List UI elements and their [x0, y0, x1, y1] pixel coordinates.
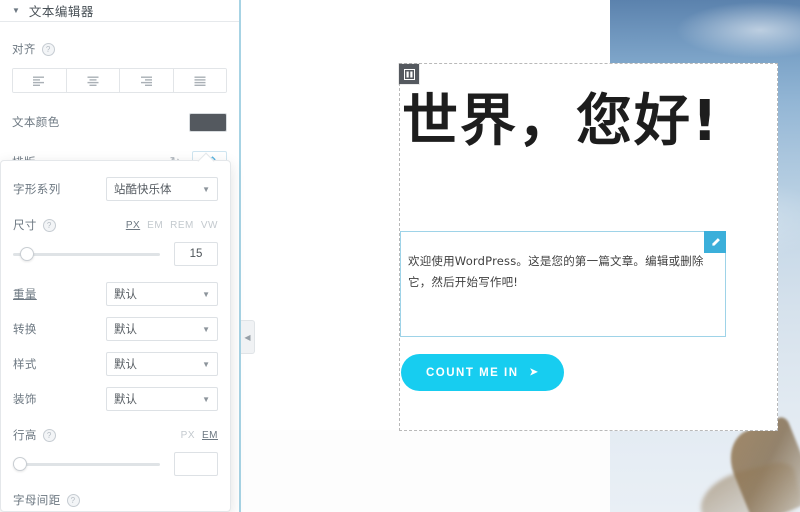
chevron-down-icon: ▼	[202, 394, 210, 404]
font-style-select[interactable]: 默认 ▼	[106, 352, 218, 376]
help-icon[interactable]: ?	[42, 428, 56, 442]
alignment-button-group	[12, 68, 227, 93]
font-size-control: 尺寸 ? PX EM REM VW	[13, 217, 218, 233]
font-size-slider-row	[13, 242, 218, 266]
font-weight-label: 重量	[13, 289, 37, 301]
help-icon[interactable]: ?	[66, 493, 80, 507]
font-weight-select[interactable]: 默认 ▼	[106, 282, 218, 306]
text-transform-value: 默认	[114, 324, 137, 336]
line-height-slider[interactable]	[13, 457, 160, 471]
chevron-down-icon: ▼	[202, 324, 210, 334]
text-color-label: 文本颜色	[12, 117, 60, 129]
font-size-input[interactable]	[174, 242, 218, 266]
text-transform-select[interactable]: 默认 ▼	[106, 317, 218, 341]
font-size-label: 尺寸	[13, 220, 37, 232]
panel-header: ▼ 文本编辑器	[0, 0, 239, 22]
letter-spacing-label: 字母间距	[13, 495, 61, 507]
font-style-label: 样式	[13, 359, 37, 371]
caret-down-icon[interactable]: ▼	[12, 6, 20, 15]
help-icon[interactable]: ?	[42, 218, 56, 232]
heading-widget[interactable]: 世界，您好!	[400, 89, 778, 154]
chevron-down-icon: ▼	[202, 359, 210, 369]
columns-icon[interactable]	[399, 64, 419, 84]
unit-px[interactable]: PX	[181, 430, 195, 441]
line-height-input[interactable]	[174, 452, 218, 476]
font-family-select[interactable]: 站酷快乐体 ▼	[106, 177, 218, 201]
text-color-control: 文本颜色	[12, 111, 227, 133]
count-me-in-button[interactable]: COUNT ME IN ➤	[401, 354, 565, 391]
text-editor-widget[interactable]: 欢迎使用WordPress。这是您的第一篇文章。编辑或删除它，然后开始写作吧!	[400, 231, 726, 337]
font-weight-value: 默认	[114, 289, 137, 301]
text-decoration-value: 默认	[114, 394, 137, 406]
line-height-units: PX EM	[181, 430, 218, 441]
unit-vw[interactable]: VW	[201, 220, 218, 231]
pencil-icon[interactable]	[704, 231, 726, 253]
typography-popover: 字形系列 站酷快乐体 ▼ 尺寸 ? PX EM REM VW 15 重量 默认 …	[0, 160, 231, 512]
alignment-label: 对齐	[12, 44, 36, 56]
alignment-label-group: 对齐 ?	[12, 41, 55, 57]
line-height-slider-row	[13, 452, 218, 476]
text-transform-control: 转换 默认 ▼	[13, 317, 218, 341]
text-transform-label: 转换	[13, 324, 37, 336]
slider-track	[13, 462, 160, 466]
line-height-label-group: 行高 ?	[13, 427, 56, 443]
font-family-control: 字形系列 站酷快乐体 ▼	[13, 177, 218, 201]
align-left-button[interactable]	[13, 69, 67, 92]
unit-px[interactable]: PX	[126, 220, 140, 231]
help-icon[interactable]: ?	[41, 42, 55, 56]
chevron-down-icon: ▼	[202, 289, 210, 299]
unit-em[interactable]: EM	[147, 220, 163, 231]
editor-panel: ▼ 文本编辑器 对齐 ? 文本颜色 字形系列 站酷快乐体 ▼ 尺寸 ? PX E…	[0, 0, 241, 512]
unit-rem[interactable]: REM	[170, 220, 194, 231]
alignment-control: 对齐 ?	[12, 41, 227, 57]
align-right-button[interactable]	[120, 69, 174, 92]
slider-thumb[interactable]	[19, 247, 34, 261]
font-size-units: PX EM REM VW	[126, 220, 218, 231]
font-style-control: 样式 默认 ▼	[13, 352, 218, 376]
letter-spacing-label-group: 字母间距 ?	[13, 492, 80, 508]
font-size-slider[interactable]	[13, 247, 160, 261]
font-family-value: 站酷快乐体	[114, 184, 172, 196]
font-family-label: 字形系列	[13, 184, 61, 196]
slider-thumb[interactable]	[13, 457, 27, 471]
font-style-value: 默认	[114, 359, 137, 371]
align-center-button[interactable]	[66, 69, 120, 92]
unit-em[interactable]: EM	[202, 430, 218, 441]
chevron-down-icon: ▼	[202, 184, 210, 194]
align-justify-button[interactable]	[173, 69, 226, 92]
line-height-label: 行高	[13, 430, 37, 442]
text-decoration-select[interactable]: 默认 ▼	[106, 387, 218, 411]
elementor-editor-screen: 世界，您好! 欢迎使用WordPress。这是您的第一篇文章。编辑或删除它，然后…	[0, 0, 800, 512]
text-decoration-control: 装饰 默认 ▼	[13, 387, 218, 411]
text-color-swatch[interactable]	[189, 112, 227, 132]
text-widget-paragraph: 欢迎使用WordPress。这是您的第一篇文章。编辑或删除它，然后开始写作吧!	[408, 254, 704, 290]
page-heading: 世界，您好!	[402, 89, 720, 154]
letter-spacing-control: 字母间距 ?	[13, 492, 218, 508]
panel-title: 文本编辑器	[28, 5, 94, 19]
font-size-label-group: 尺寸 ?	[13, 217, 56, 233]
cta-label: COUNT ME IN	[426, 366, 519, 379]
panel-collapse-handle[interactable]: ◀	[241, 320, 255, 354]
slider-track	[13, 252, 160, 256]
line-height-control: 行高 ? PX EM	[13, 427, 218, 443]
font-weight-control: 重量 默认 ▼	[13, 282, 218, 306]
arrow-right-icon: ➤	[529, 367, 540, 378]
text-decoration-label: 装饰	[13, 394, 37, 406]
chevron-left-icon: ◀	[244, 332, 251, 342]
